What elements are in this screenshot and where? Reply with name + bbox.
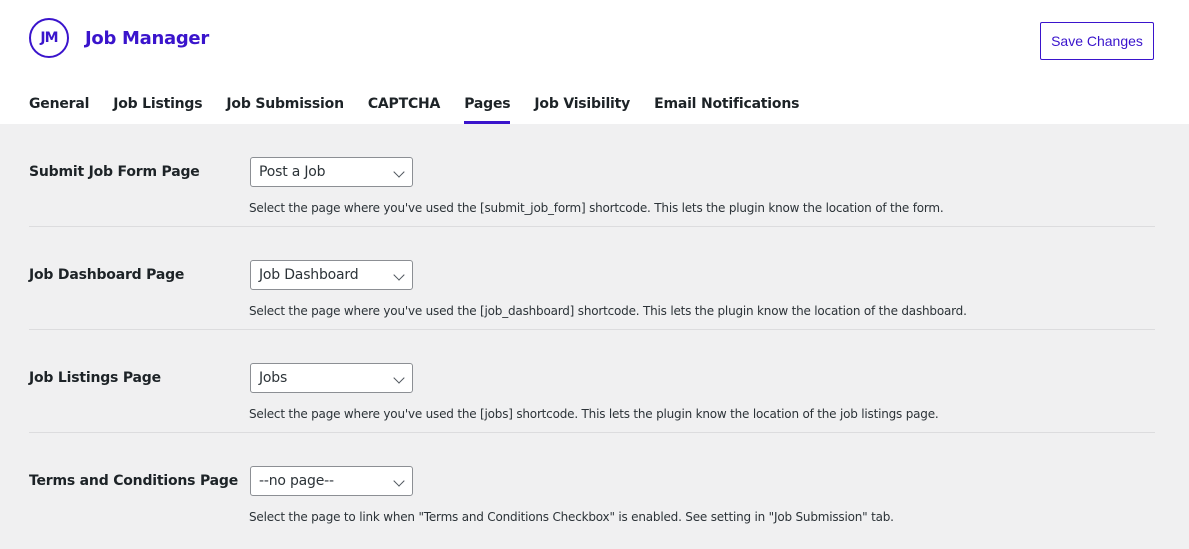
setting-description: Select the page where you've used the [s… xyxy=(249,201,944,215)
chevron-down-icon xyxy=(393,269,405,281)
chevron-down-icon xyxy=(393,475,405,487)
chevron-down-icon xyxy=(393,372,405,384)
logo-icon: JM xyxy=(29,18,69,58)
header-bar: JM Job Manager Save Changes General Job … xyxy=(0,0,1189,124)
submit-job-form-page-select[interactable]: Post a Job xyxy=(250,157,413,187)
tab-job-submission[interactable]: Job Submission xyxy=(226,84,344,124)
setting-label: Submit Job Form Page xyxy=(29,164,200,180)
setting-row-job-dashboard: Job Dashboard Page Job Dashboard Select … xyxy=(29,227,1155,330)
tab-general[interactable]: General xyxy=(29,84,89,124)
terms-and-conditions-page-select[interactable]: --no page-- xyxy=(250,466,413,496)
setting-label: Terms and Conditions Page xyxy=(29,473,239,489)
select-value: --no page-- xyxy=(259,473,334,489)
setting-label: Job Listings Page xyxy=(29,370,161,386)
chevron-down-icon xyxy=(393,166,405,178)
brand: JM Job Manager xyxy=(29,18,209,58)
tab-captcha[interactable]: CAPTCHA xyxy=(368,84,441,124)
select-value: Job Dashboard xyxy=(259,267,359,283)
setting-description: Select the page where you've used the [j… xyxy=(249,304,967,318)
tab-job-listings[interactable]: Job Listings xyxy=(113,84,202,124)
tab-email-notifications[interactable]: Email Notifications xyxy=(654,84,799,124)
settings-tabs: General Job Listings Job Submission CAPT… xyxy=(29,84,823,124)
select-value: Post a Job xyxy=(259,164,326,180)
setting-row-terms-and-conditions: Terms and Conditions Page --no page-- Se… xyxy=(29,433,1155,536)
setting-description: Select the page to link when "Terms and … xyxy=(249,510,894,524)
save-changes-button[interactable]: Save Changes xyxy=(1040,22,1154,60)
select-value: Jobs xyxy=(259,370,288,386)
job-listings-page-select[interactable]: Jobs xyxy=(250,363,413,393)
setting-row-job-listings: Job Listings Page Jobs Select the page w… xyxy=(29,330,1155,433)
setting-label: Job Dashboard Page xyxy=(29,267,185,283)
app-name: Job Manager xyxy=(85,27,209,49)
tab-job-visibility[interactable]: Job Visibility xyxy=(534,84,630,124)
settings-content: Submit Job Form Page Post a Job Select t… xyxy=(29,124,1155,536)
setting-row-submit-job-form: Submit Job Form Page Post a Job Select t… xyxy=(29,124,1155,227)
setting-description: Select the page where you've used the [j… xyxy=(249,407,939,421)
job-dashboard-page-select[interactable]: Job Dashboard xyxy=(250,260,413,290)
tab-pages[interactable]: Pages xyxy=(464,84,511,124)
